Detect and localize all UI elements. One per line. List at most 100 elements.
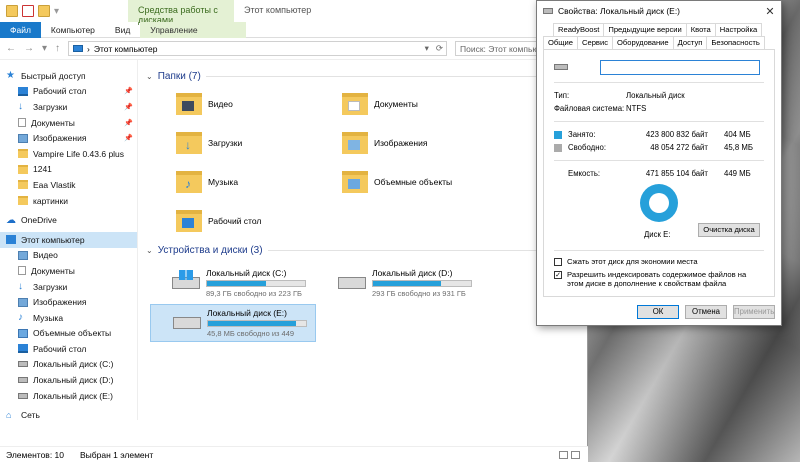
sidebar-item[interactable]: Объемные объекты [0,326,137,342]
title-bar: ▾ Средства работы с дисками Этот компьют… [0,0,587,25]
pin-icon[interactable]: 📌 [124,119,133,127]
folder-item[interactable]: ♪ Музыка [176,164,342,199]
pin-icon[interactable]: 📌 [124,134,133,142]
details-view-icon[interactable] [559,450,568,459]
sidebar-item[interactable]: Документы [0,263,137,279]
sidebar-item[interactable]: Локальный диск (C:) [0,357,137,373]
disk-cleanup-button[interactable]: Очистка диска [698,223,760,237]
dialog-title: Свойства: Локальный диск (E:) [558,6,681,16]
path-input[interactable]: › Этот компьютер ▾ ⟳ [68,41,447,56]
back-arrow-icon[interactable]: ← [6,43,16,54]
sidebar-item-label: Музыка [33,312,64,323]
sidebar-item[interactable]: картинки [0,193,137,209]
tab-hardware[interactable]: Оборудование [612,36,674,49]
sidebar-item[interactable]: Видео [0,248,137,264]
tab-customize[interactable]: Настройка [714,23,763,36]
image-icon [342,131,368,154]
general-tab-panel: Тип: Локальный диск Файловая система: NTFS… [543,49,775,297]
sidebar-item[interactable]: 1241 [0,162,137,178]
sidebar-item[interactable]: ↓ Загрузки [0,279,137,295]
properties-icon[interactable] [22,5,34,17]
sidebar-item[interactable]: Изображения [0,294,137,310]
up-arrow-icon[interactable]: ↑ [55,43,60,54]
drive-item[interactable]: Локальный диск (E:) 45,8 МБ свободно из 4… [150,304,316,342]
sidebar-item[interactable]: Изображения 📌 [0,130,137,146]
chevron-down-icon[interactable]: ▾ [54,6,59,17]
folder-item[interactable]: Объемные объекты [342,164,508,199]
folder-overlay [348,139,360,150]
close-icon[interactable]: ✕ [759,5,781,18]
sidebar-item[interactable]: ☁ OneDrive [0,212,137,228]
folder-label: Объемные объекты [374,176,453,187]
tab-readyboost[interactable]: ReadyBoost [553,23,605,36]
forward-arrow-icon[interactable]: → [24,43,34,54]
sidebar-item-label: Документы [31,265,75,276]
drives-group-header[interactable]: ⌄ Устройства и диски (3) [146,242,587,258]
index-checkbox[interactable]: ✓ [554,271,562,279]
refresh-icon[interactable]: ⟳ [433,43,446,54]
compress-checkbox[interactable] [554,258,562,266]
tab-manage[interactable]: Управление [140,21,247,38]
folder-item[interactable]: Рабочий стол [176,203,342,238]
tab-file[interactable]: Файл [0,21,41,38]
sidebar-item[interactable]: Eaa Vlastik [0,177,137,193]
sidebar-item[interactable]: Локальный диск (D:) [0,372,137,388]
sidebar-item[interactable]: ♪ Музыка [0,310,137,326]
tab-quota[interactable]: Квота [685,23,716,36]
filesystem-value: NTFS [626,104,647,113]
tab-view[interactable]: Вид [105,22,140,38]
divider [554,82,764,83]
sidebar-item-label: Eaa Vlastik [33,179,76,190]
group-title: Папки (7) [157,70,201,82]
folder-item[interactable]: ↓ Загрузки [176,125,342,160]
folders-group-header[interactable]: ⌄ Папки (7) [146,68,587,84]
tiles-view-icon[interactable] [571,450,580,459]
drive-item[interactable]: Локальный диск (D:) 293 ГБ свободно из 93… [316,264,482,302]
ok-button[interactable]: ОК [637,305,679,319]
sidebar-item[interactable]: ⌂ Сеть [0,407,137,420]
sidebar-item[interactable]: Документы 📌 [0,115,137,131]
dialog-title-bar: Свойства: Локальный диск (E:) ✕ [537,1,781,21]
new-folder-icon[interactable] [38,5,50,17]
chevron-down-icon[interactable]: ⌄ [146,72,153,81]
sidebar-item[interactable]: Рабочий стол [0,341,137,357]
sidebar-item[interactable]: Рабочий стол 📌 [0,84,137,100]
desktop-icon [18,344,28,354]
drive-item[interactable]: Локальный диск (C:) 89,3 ГБ свободно из 2… [150,264,316,302]
dialog-buttons: ОК Отмена Применить [637,305,775,319]
download-icon: ↓ [18,281,23,293]
apply-button[interactable]: Применить [733,305,775,319]
tab-security[interactable]: Безопасность [706,36,765,49]
sidebar-item-label: Сеть [21,410,40,420]
folder-icon[interactable] [6,5,18,17]
sidebar-item[interactable]: Этот компьютер [0,231,137,248]
drive-usage-bar [207,320,307,327]
tab-sharing[interactable]: Доступ [672,36,708,49]
pin-icon[interactable]: 📌 [124,87,133,95]
sidebar-item[interactable]: ↓ Загрузки 📌 [0,99,137,115]
chevron-down-icon[interactable]: ▾ [42,43,47,54]
tab-tools[interactable]: Сервис [576,36,613,49]
sidebar-item-label: Локальный диск (C:) [33,359,114,370]
folder-item[interactable]: Видео [176,86,342,121]
star-icon: ★ [6,70,15,82]
breadcrumb[interactable]: Этот компьютер [94,44,158,54]
volume-label-input[interactable] [600,59,760,75]
item-count: Элементов: 10 [6,449,64,460]
tab-general[interactable]: Общие [543,36,578,49]
sidebar-item[interactable]: Vampire Life 0.43.6 plus [0,146,137,162]
folder-item[interactable]: Изображения [342,125,508,160]
tab-computer[interactable]: Компьютер [41,22,105,38]
cancel-button[interactable]: Отмена [685,305,727,319]
folder-item[interactable]: Документы [342,86,508,121]
sidebar-item-label: Объемные объекты [33,328,112,339]
chevron-down-icon[interactable]: ▾ [425,43,429,54]
sidebar-item[interactable]: ★ Быстрый доступ [0,68,137,84]
sidebar-item[interactable]: Локальный диск (E:) [0,388,137,404]
tab-previous-versions[interactable]: Предыдущие версии [603,23,687,36]
used-label: Занято: [568,130,596,139]
chevron-down-icon[interactable]: ⌄ [146,246,153,255]
music-icon: ♪ [18,312,23,324]
free-label: Свободно: [568,143,607,152]
pin-icon[interactable]: 📌 [124,103,133,111]
